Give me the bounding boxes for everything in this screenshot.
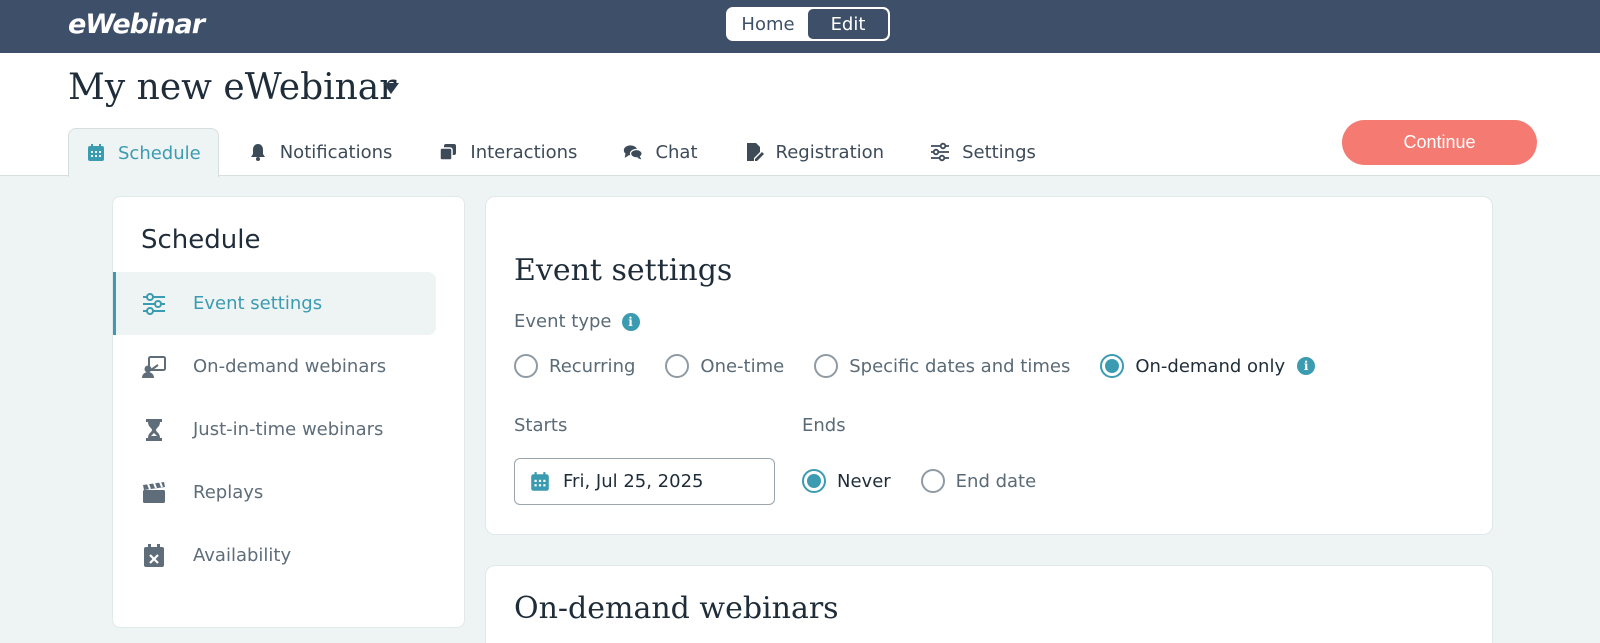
radio-label: End date: [955, 470, 1037, 492]
presenter-icon: [142, 355, 166, 378]
start-date-input[interactable]: Fri, Jul 25, 2025: [514, 458, 775, 505]
tab-interactions[interactable]: Interactions: [421, 128, 594, 176]
sliders-icon: [931, 142, 950, 162]
top-bar: eWebinar Home Edit: [0, 0, 1600, 53]
app-logo[interactable]: eWebinar: [68, 9, 205, 40]
tab-notifications[interactable]: Notifications: [231, 128, 410, 176]
event-type-label-row: Event type i: [514, 311, 640, 332]
sidebar-item-on-demand-webinars[interactable]: On-demand webinars: [113, 335, 436, 398]
radio-label: On-demand only: [1135, 355, 1286, 377]
event-type-label: Event type: [514, 311, 612, 332]
title-dropdown-caret-icon[interactable]: [383, 83, 399, 94]
edit-toggle-button[interactable]: Edit: [808, 9, 888, 39]
tab-label: Settings: [962, 141, 1036, 163]
event-settings-card: Event settings Event type i Recurring On…: [485, 196, 1493, 535]
radio-circle[interactable]: [1100, 354, 1125, 378]
on-demand-webinars-card: On-demand webinars: [485, 565, 1493, 643]
tab-label: Notifications: [279, 141, 393, 163]
radio-end-date[interactable]: End date: [920, 469, 1037, 493]
event-type-radio-group: Recurring One-time Specific dates and ti…: [514, 354, 1316, 378]
tab-label: Chat: [655, 141, 698, 163]
starts-label: Starts: [514, 415, 568, 436]
mode-toggle[interactable]: Home Edit: [726, 7, 890, 41]
cards-icon: [439, 144, 457, 161]
calendar-icon: [531, 471, 549, 491]
radio-on-demand-only[interactable]: On-demand only: [1100, 354, 1285, 378]
start-date-value: Fri, Jul 25, 2025: [563, 471, 704, 492]
tab-registration[interactable]: Registration: [727, 128, 902, 176]
radio-label: Recurring: [549, 355, 636, 377]
sidebar-item-just-in-time-webinars[interactable]: Just-in-time webinars: [113, 398, 436, 461]
tab-label: Interactions: [470, 141, 578, 163]
sidebar-item-replays[interactable]: Replays: [113, 461, 436, 524]
radio-one-time[interactable]: One-time: [665, 354, 784, 378]
hourglass-icon: [146, 418, 162, 441]
radio-never[interactable]: Never: [802, 469, 891, 493]
sidebar-item-label: Availability: [193, 545, 292, 566]
tab-label: Registration: [775, 141, 885, 163]
sidebar-item-label: Replays: [193, 482, 264, 503]
tab-schedule[interactable]: Schedule: [68, 128, 219, 177]
sliders-icon: [143, 292, 165, 315]
radio-circle[interactable]: [665, 354, 690, 378]
ends-radio-group: Never End date: [802, 469, 1066, 493]
clapperboard-icon: [143, 481, 165, 503]
sidebar-item-label: Event settings: [193, 293, 323, 314]
ends-label: Ends: [802, 415, 846, 436]
page-header: My new eWebinar Schedule Notifications I…: [0, 53, 1600, 177]
tab-settings[interactable]: Settings: [913, 128, 1053, 176]
radio-circle[interactable]: [802, 469, 826, 493]
section-heading: Event settings: [514, 253, 733, 288]
sidebar-title: Schedule: [141, 225, 261, 255]
continue-button[interactable]: Continue: [1342, 120, 1537, 165]
radio-label: One-time: [700, 355, 785, 377]
form-edit-icon: [746, 143, 764, 161]
tab-bar: Schedule Notifications Interactions Chat…: [68, 128, 1065, 177]
sidebar-item-label: Just-in-time webinars: [193, 419, 384, 440]
radio-recurring[interactable]: Recurring: [514, 354, 635, 378]
schedule-sidebar: Schedule Event settings On-demand webina…: [112, 196, 465, 628]
radio-label: Specific dates and times: [849, 355, 1071, 377]
sidebar-item-label: On-demand webinars: [193, 356, 387, 377]
sidebar-item-availability[interactable]: Availability: [113, 524, 436, 587]
chat-icon: [624, 145, 644, 160]
radio-circle[interactable]: [920, 469, 945, 493]
tab-label: Schedule: [118, 142, 201, 164]
radio-circle[interactable]: [514, 354, 538, 378]
radio-specific-dates[interactable]: Specific dates and times: [814, 354, 1070, 378]
tab-chat[interactable]: Chat: [606, 128, 714, 176]
info-icon[interactable]: i: [1297, 357, 1316, 375]
calendar-x-icon: [144, 543, 164, 567]
radio-circle[interactable]: [814, 354, 839, 378]
radio-label: Never: [837, 470, 891, 492]
sidebar-item-event-settings[interactable]: Event settings: [113, 272, 436, 335]
section-heading: On-demand webinars: [514, 591, 839, 626]
page-title: My new eWebinar: [68, 67, 397, 108]
calendar-icon: [88, 144, 104, 161]
info-icon[interactable]: i: [621, 312, 640, 331]
bell-icon: [250, 144, 265, 161]
home-toggle-button[interactable]: Home: [728, 9, 808, 39]
